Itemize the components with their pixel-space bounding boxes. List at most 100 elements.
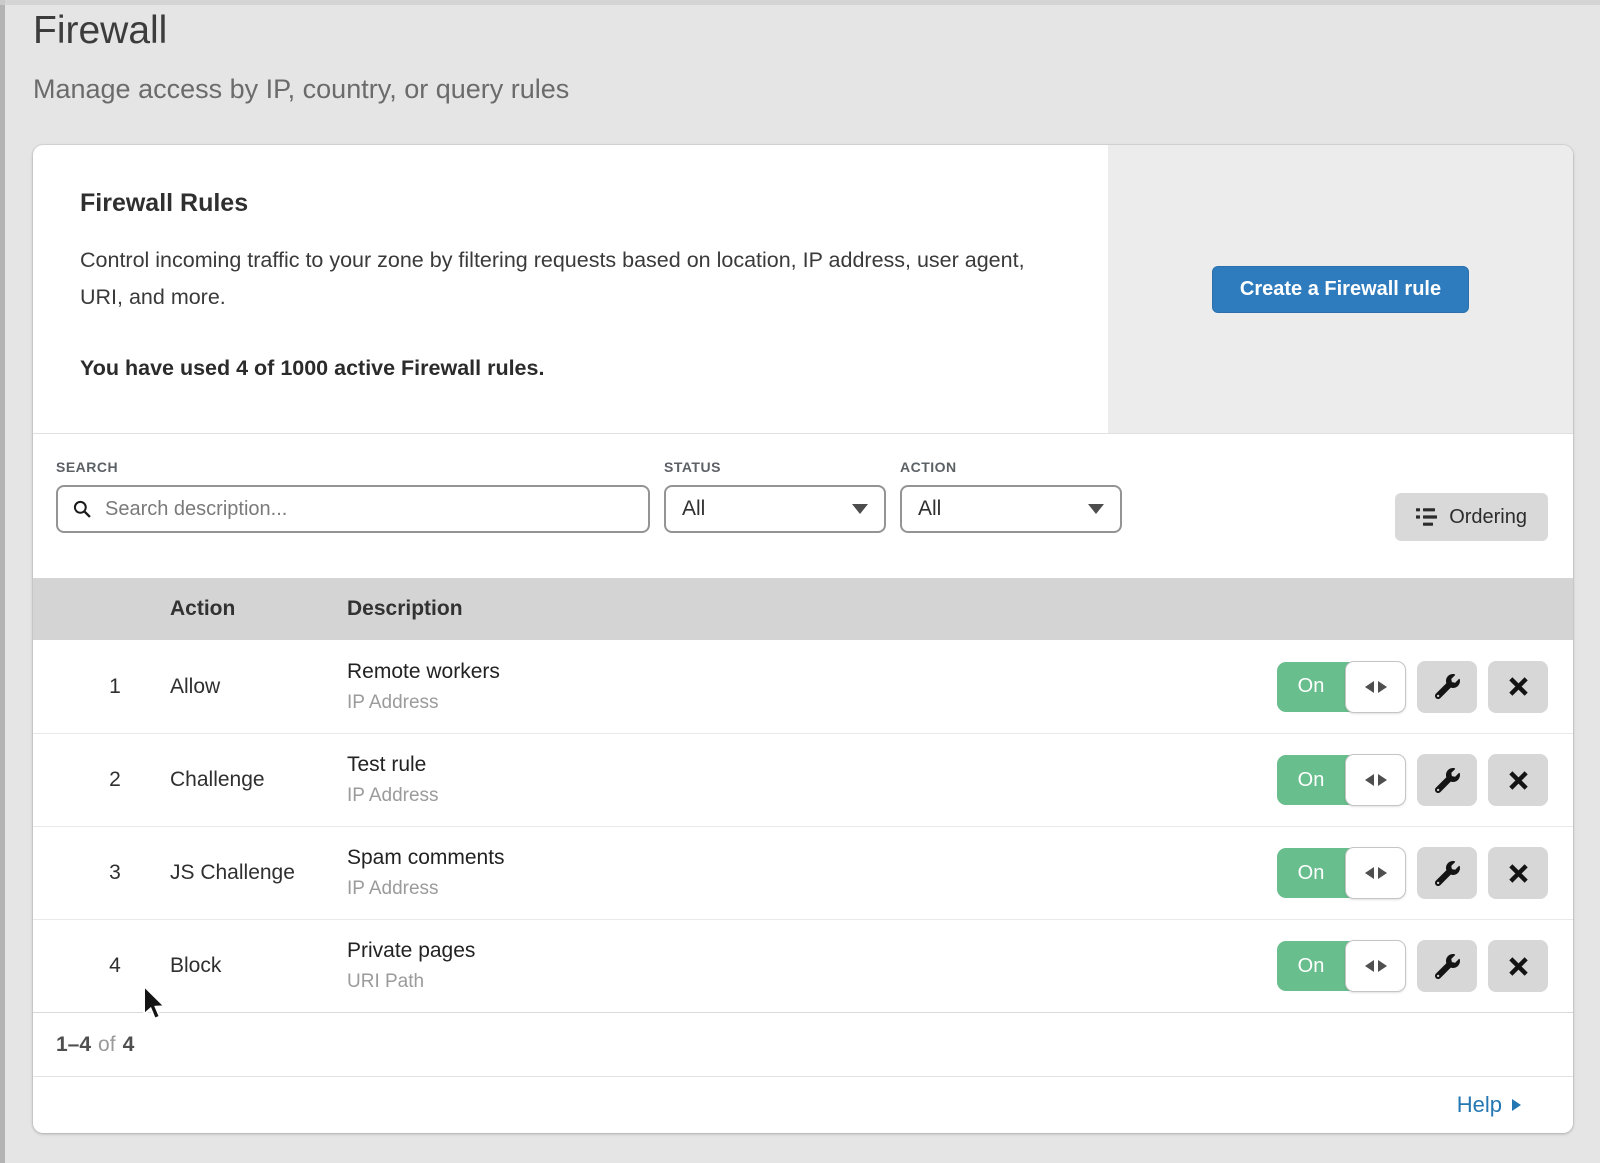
arrow-right-icon (1378, 774, 1387, 786)
rule-controls: On (1277, 754, 1548, 806)
close-icon (1507, 862, 1530, 885)
search-icon (72, 499, 92, 519)
page-header: Firewall Manage access by IP, country, o… (0, 0, 1600, 106)
help-link-label: Help (1457, 1092, 1502, 1118)
rule-match-type: IP Address (347, 785, 439, 807)
wrench-icon (1435, 954, 1460, 979)
status-label: STATUS (664, 459, 886, 475)
pagination-total: 4 (123, 1033, 135, 1057)
edit-rule-button[interactable] (1417, 940, 1477, 992)
table-row: 2 Challenge Test rule IP Address On (33, 733, 1573, 826)
search-input-wrapper[interactable] (56, 485, 650, 533)
chevron-down-icon (1088, 504, 1104, 514)
pagination-of: of (98, 1033, 116, 1057)
rule-match-type: IP Address (347, 878, 505, 900)
edit-rule-button[interactable] (1417, 847, 1477, 899)
arrow-left-icon (1365, 681, 1374, 693)
search-label: SEARCH (56, 459, 650, 475)
toggle-state-label: On (1298, 955, 1325, 978)
rule-action: Allow (170, 675, 220, 699)
toggle-handle[interactable] (1345, 661, 1406, 713)
close-icon (1507, 675, 1530, 698)
column-header-description: Description (347, 597, 463, 621)
arrow-right-icon (1378, 681, 1387, 693)
rule-enabled-toggle[interactable]: On (1277, 754, 1406, 806)
arrow-right-icon (1378, 960, 1387, 972)
toggle-handle[interactable] (1345, 940, 1406, 992)
table-row: 4 Block Private pages URI Path On (33, 919, 1573, 1012)
column-header-action: Action (170, 597, 235, 621)
intro-description: Control incoming traffic to your zone by… (80, 242, 1036, 316)
firewall-rules-card: Firewall Rules Control incoming traffic … (33, 145, 1573, 1133)
rule-action: JS Challenge (170, 861, 295, 885)
edit-rule-button[interactable] (1417, 661, 1477, 713)
intro-usage-count: You have used 4 of 1000 active Firewall … (80, 356, 1068, 381)
screen-edge-left (0, 0, 5, 1163)
delete-rule-button[interactable] (1488, 847, 1548, 899)
rule-priority: 1 (95, 675, 135, 699)
status-filter-group: STATUS All (664, 459, 886, 533)
rule-description: Private pages (347, 939, 475, 963)
ordering-button[interactable]: Ordering (1395, 493, 1548, 541)
page-title: Firewall (33, 7, 1600, 55)
search-input[interactable] (103, 497, 634, 522)
action-select-value: All (918, 497, 941, 521)
rule-enabled-toggle[interactable]: On (1277, 661, 1406, 713)
arrow-right-icon (1378, 867, 1387, 879)
wrench-icon (1435, 768, 1460, 793)
table-row: 3 JS Challenge Spam comments IP Address … (33, 826, 1573, 919)
pagination-bar: 1–4 of 4 (33, 1012, 1573, 1076)
rule-description: Spam comments (347, 846, 505, 870)
screen-edge-top (0, 0, 1600, 5)
toggle-state-label: On (1298, 862, 1325, 885)
ordering-button-label: Ordering (1449, 506, 1527, 529)
delete-rule-button[interactable] (1488, 754, 1548, 806)
search-filter-group: SEARCH (56, 459, 650, 533)
delete-rule-button[interactable] (1488, 940, 1548, 992)
table-header: Action Description (33, 578, 1573, 640)
toggle-state-label: On (1298, 769, 1325, 792)
arrow-right-icon (1512, 1099, 1521, 1111)
rule-controls: On (1277, 661, 1548, 713)
toggle-state-label: On (1298, 675, 1325, 698)
toggle-handle[interactable] (1345, 754, 1406, 806)
status-select[interactable]: All (664, 485, 886, 533)
wrench-icon (1435, 674, 1460, 699)
delete-rule-button[interactable] (1488, 661, 1548, 713)
status-select-value: All (682, 497, 705, 521)
intro-heading: Firewall Rules (80, 189, 1068, 218)
create-firewall-rule-button[interactable]: Create a Firewall rule (1212, 266, 1469, 313)
arrow-left-icon (1365, 867, 1374, 879)
card-top-section: Firewall Rules Control incoming traffic … (33, 145, 1573, 433)
rule-priority: 3 (95, 861, 135, 885)
action-filter-group: ACTION All (900, 459, 1122, 533)
rule-priority: 4 (95, 954, 135, 978)
rule-action: Block (170, 954, 221, 978)
toggle-handle[interactable] (1345, 847, 1406, 899)
ordered-list-icon (1416, 507, 1438, 527)
rules-list: 1 Allow Remote workers IP Address On (33, 640, 1573, 1012)
rule-enabled-toggle[interactable]: On (1277, 940, 1406, 992)
page-subtitle: Manage access by IP, country, or query r… (33, 72, 1600, 106)
close-icon (1507, 955, 1530, 978)
action-select[interactable]: All (900, 485, 1122, 533)
table-row: 1 Allow Remote workers IP Address On (33, 640, 1573, 733)
close-icon (1507, 769, 1530, 792)
rule-match-type: URI Path (347, 971, 475, 993)
card-bottom-bar: Help (33, 1076, 1573, 1132)
arrow-left-icon (1365, 960, 1374, 972)
rule-priority: 2 (95, 768, 135, 792)
edit-rule-button[interactable] (1417, 754, 1477, 806)
pagination-range: 1–4 (56, 1033, 91, 1057)
rule-controls: On (1277, 847, 1548, 899)
action-label: ACTION (900, 459, 1122, 475)
rule-enabled-toggle[interactable]: On (1277, 847, 1406, 899)
chevron-down-icon (852, 504, 868, 514)
arrow-left-icon (1365, 774, 1374, 786)
rule-description-block: Private pages URI Path (347, 939, 475, 993)
wrench-icon (1435, 861, 1460, 886)
rule-description: Test rule (347, 753, 439, 777)
intro-block: Firewall Rules Control incoming traffic … (33, 145, 1108, 433)
help-link[interactable]: Help (1457, 1092, 1521, 1118)
rule-controls: On (1277, 940, 1548, 992)
